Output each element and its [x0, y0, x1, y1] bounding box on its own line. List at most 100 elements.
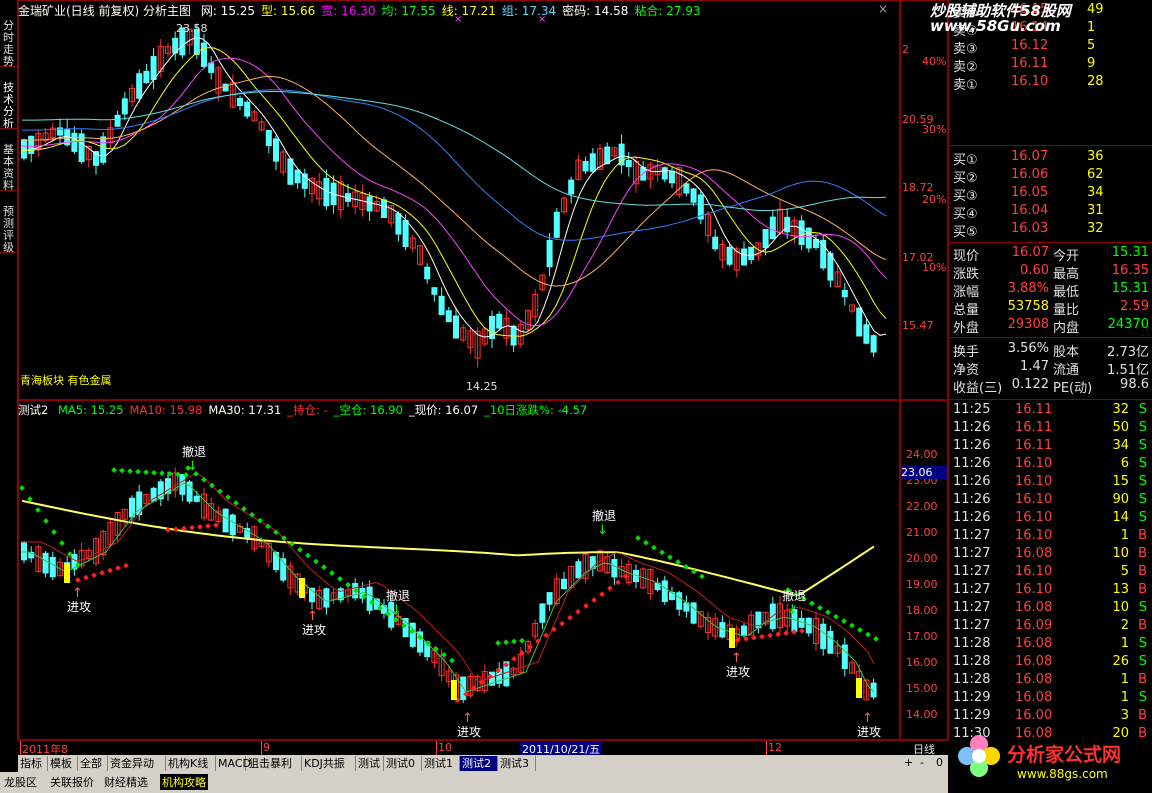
- buy-arrow-icon: ↑: [72, 586, 83, 601]
- tick-volume: 3: [1120, 708, 1129, 723]
- indicator-tab-5[interactable]: MACD: [216, 756, 251, 771]
- indicator-tab-12[interactable]: 测试3: [498, 756, 536, 771]
- candle-body: [273, 138, 279, 162]
- tick-price: 16.09: [1015, 618, 1053, 633]
- tick-side: S: [1138, 654, 1147, 669]
- indicator-candle-body: [539, 603, 546, 623]
- fundamental-value: 0.122: [1011, 377, 1049, 392]
- quote-row: 涨跌 0.60 最高 16.35: [949, 263, 1152, 282]
- tick-side: S: [1138, 474, 1147, 489]
- fundamental-label: 收益(三): [953, 381, 1003, 396]
- ask-row: 卖① 16.10 28: [949, 74, 1152, 93]
- quote-value: 29308: [1007, 317, 1049, 332]
- highlight-bar: [856, 678, 862, 698]
- tick-time: 11:26: [953, 474, 991, 489]
- bottom-tab-1[interactable]: 关联报价: [50, 774, 94, 790]
- zoom-reset-button[interactable]: 0: [936, 756, 943, 769]
- green-stop-dot: [225, 494, 231, 501]
- bid-label: 买①: [953, 153, 978, 168]
- main-candlestick-chart[interactable]: 23.5814.25青海板块 有色金属× ×: [18, 0, 900, 400]
- candle-body: [381, 199, 387, 218]
- tick-time: 11:28: [953, 654, 991, 669]
- tick-volume: 10: [1112, 600, 1129, 615]
- red-stop-dot: [75, 577, 81, 583]
- indicator-tab-11[interactable]: 测试2: [460, 756, 498, 771]
- green-stop-dot: [345, 581, 351, 588]
- red-stop-dot: [751, 634, 757, 641]
- bid-volume: 34: [1087, 185, 1104, 200]
- tick-time: 11:29: [953, 708, 991, 723]
- fundamental-value: 3.56%: [1007, 341, 1049, 356]
- tick-row: 11:26 16.11 34 S: [949, 438, 1152, 456]
- ask-label: 卖③: [953, 42, 978, 57]
- indicator-tab-2[interactable]: 全部: [78, 756, 108, 771]
- tick-side: S: [1138, 492, 1147, 507]
- indicator-tab-6[interactable]: 狙击暴利: [246, 756, 302, 771]
- indicator-tab-0[interactable]: 指标: [18, 756, 48, 771]
- candle-body: [784, 216, 791, 233]
- tick-time: 11:28: [953, 636, 991, 651]
- tick-row: 11:26 16.10 14 S: [949, 510, 1152, 528]
- quote-value: 53758: [1007, 299, 1049, 314]
- indicator-tab-4[interactable]: 机构K线: [166, 756, 216, 771]
- left-tab-2[interactable]: 基本资料: [0, 144, 17, 192]
- green-stop-dot: [159, 470, 165, 477]
- indicator-tab-7[interactable]: KDJ共振: [302, 756, 356, 771]
- close-icon[interactable]: ×: [878, 2, 888, 16]
- indicator-candle-body: [42, 552, 49, 574]
- indicator-axis-labels: 24.00 23.00 22.00 21.00 20.00 19.00 18.00 17.00…: [900, 400, 948, 740]
- tick-row: 11:26 16.10 6 S: [949, 456, 1152, 474]
- chart-title: 金瑞矿业(日线 前复权) 分析主图: [18, 4, 191, 18]
- indicator-candle-body: [676, 592, 683, 610]
- left-tab-3[interactable]: 预测评级: [0, 206, 17, 254]
- zoom-out-button[interactable]: -: [920, 756, 924, 769]
- fundamental-value: 1.47: [1020, 359, 1049, 374]
- green-stop-dot: [651, 544, 657, 551]
- indicator-tab-10[interactable]: 测试1: [422, 756, 460, 771]
- tick-side: B: [1138, 564, 1147, 579]
- quote-label: 现价: [953, 249, 980, 264]
- watermark-brand: 分析家公式网: [1007, 744, 1122, 766]
- red-stop-dot: [551, 626, 557, 633]
- left-tab-0[interactable]: 分时走势: [0, 20, 17, 68]
- indicator-chart[interactable]: ↑进攻撤退↓↑进攻撤退↓↑进攻撤退↓↑进攻撤退↓↑进攻: [18, 400, 900, 740]
- candle-body: [28, 135, 35, 154]
- indicator-tab-9[interactable]: 测试0: [384, 756, 422, 771]
- green-stop-dot: [503, 639, 509, 646]
- date-tick-mark: [20, 741, 21, 755]
- tick-time: 11:26: [953, 492, 991, 507]
- candle-body: [21, 139, 27, 159]
- highlight-bar: [451, 680, 457, 700]
- left-tab-1[interactable]: 技术分析: [0, 82, 17, 130]
- ask-row: 卖③ 16.12 5: [949, 38, 1152, 57]
- quote-label: 内盘: [1053, 321, 1080, 336]
- candle-body: [553, 211, 560, 238]
- bid-row: 买③ 16.05 34: [949, 185, 1152, 204]
- indicator-tab-3[interactable]: 资金异动: [108, 756, 166, 771]
- sell-arrow-icon: ↓: [597, 523, 608, 538]
- candle-body: [661, 167, 668, 180]
- ask-row: 卖② 16.11 9: [949, 56, 1152, 75]
- signal-label: 进攻: [67, 600, 91, 614]
- indicator-price-tick: 15.00: [906, 682, 938, 695]
- bid-price: 16.07: [1011, 149, 1049, 164]
- bottom-tab-3[interactable]: 机构攻略: [160, 774, 208, 790]
- bid-label: 买⑤: [953, 225, 978, 240]
- indicator-price-tick: 22.00: [906, 500, 938, 513]
- tick-time: 11:27: [953, 600, 991, 615]
- bottom-tab-0[interactable]: 龙股区: [4, 774, 37, 790]
- quote-row: 外盘 29308 内盘 24370: [949, 317, 1152, 336]
- tick-volume: 5: [1120, 564, 1129, 579]
- fundamental-label: PE(动): [1053, 381, 1093, 396]
- candle-body: [769, 216, 776, 240]
- quote-label: 涨跌: [953, 267, 980, 282]
- bottom-tab-2[interactable]: 财经精选: [104, 774, 148, 790]
- zoom-in-button[interactable]: +: [904, 756, 913, 769]
- main-chart-header: 金瑞矿业(日线 前复权) 分析主图 网: 15.25 型: 15.66 赏: 16.…: [18, 2, 898, 18]
- bid-price: 16.04: [1011, 203, 1049, 218]
- indicator-candle-body: [129, 497, 135, 518]
- indicator-candle-body: [575, 561, 582, 579]
- header-stat-7: 粘合: 27.93: [634, 4, 701, 18]
- indicator-tab-1[interactable]: 模板: [48, 756, 78, 771]
- indicator-tab-8[interactable]: 测试: [356, 756, 384, 771]
